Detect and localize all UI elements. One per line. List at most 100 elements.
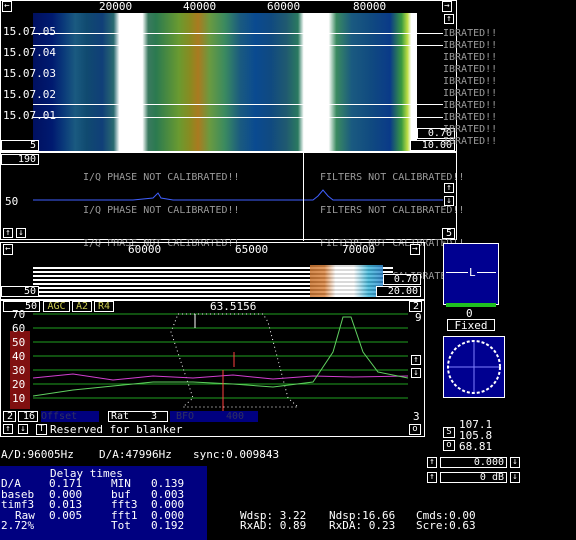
y-tick-30: 30: [12, 364, 26, 377]
top-left-num-box[interactable]: 5: [1, 140, 39, 151]
bfo-label: BFO: [176, 411, 195, 422]
baseband-o-button[interactable]: o: [409, 424, 421, 435]
top-freq-tick-1: 20000: [99, 0, 133, 13]
mid-freq-tick-1: 60000: [128, 243, 162, 256]
baseband-right-bottom-num: 3: [413, 410, 420, 423]
time-label-4: 15.07.02: [3, 88, 56, 101]
delay-cell: Tot: [111, 519, 131, 532]
time-line-4: [33, 117, 443, 118]
baseband-bottom-num-1[interactable]: 2: [3, 411, 16, 422]
top-freq-tick-2: 40000: [183, 0, 217, 13]
mid-freq-tick-2: 65000: [235, 243, 269, 256]
top-freq-tick-3: 60000: [267, 0, 301, 13]
top-scroll-left-button[interactable]: ←: [2, 1, 12, 12]
baseband-right-down-button[interactable]: ↓: [411, 368, 421, 378]
o-level-button[interactable]: o: [443, 440, 455, 451]
y-tick-10: 10: [12, 392, 26, 405]
mid-waterfall-signal: [310, 265, 383, 297]
top-right-up-button[interactable]: ↑: [444, 14, 454, 24]
wide-right-num-box[interactable]: 5: [442, 228, 455, 239]
agc-button[interactable]: AGC: [43, 301, 70, 312]
time-line-3: [33, 104, 443, 105]
offset-button[interactable]: Offset: [41, 411, 99, 422]
gain1-up-button[interactable]: ↑: [427, 457, 437, 468]
s-level-button[interactable]: S: [443, 427, 455, 438]
rat-label: Rat: [111, 411, 130, 422]
gain-value-2[interactable]: 0 dB: [440, 472, 507, 483]
delay-cell: 0.192: [151, 519, 185, 532]
gain2-up-button[interactable]: ↑: [427, 472, 437, 483]
time-label-2: 15.07.04: [3, 46, 56, 59]
signal-level-values: 107.1 105.8 68.81: [459, 419, 492, 452]
stat-rxad: RxAD: 0.89: [240, 519, 307, 532]
y-tick-50: 50: [12, 336, 26, 349]
s-meter-mode-button[interactable]: Fixed: [447, 319, 495, 331]
wide-bottom-up-button[interactable]: ↑: [3, 228, 13, 238]
stat-scre: Scre:0.63: [416, 519, 476, 532]
baseband-right-up-button[interactable]: ↑: [411, 355, 421, 365]
mid-scroll-right-button[interactable]: →: [410, 244, 420, 255]
blanker-text: Reserved for blanker: [50, 423, 183, 436]
time-label-1: 15.07.05: [3, 25, 56, 38]
bfo-value: 400: [226, 411, 245, 422]
time-line-1: [33, 33, 443, 34]
delay-cell: 2.72%: [1, 519, 35, 532]
baseband-graph: [33, 313, 408, 412]
delay-table: D/A 0.171 MIN 0.139 baseb 0.000 buf 0.00…: [1, 478, 201, 532]
mid-value-box-2[interactable]: 20.00: [376, 286, 421, 297]
baseband-level-ticks: 70 60 50 40 30 20 10: [12, 308, 25, 406]
mid-left-num-box[interactable]: 50: [1, 286, 39, 297]
r4-button[interactable]: R4: [94, 301, 114, 312]
y-tick-40: 40: [12, 350, 26, 363]
time-line-2: [33, 45, 443, 46]
baseband-right-scale: 9: [415, 311, 422, 324]
y-tick-20: 20: [12, 378, 26, 391]
wide-right-down-button[interactable]: ↓: [444, 196, 454, 206]
calib-msg-4: IBRATED!!: [443, 64, 498, 75]
baseband-freq-readout: 63.5156: [210, 300, 257, 313]
calib-msg-3: IBRATED!!: [443, 52, 498, 63]
a2-button[interactable]: A2: [72, 301, 92, 312]
baseband-bottom-num-2[interactable]: 16: [18, 411, 38, 422]
status-ad-rate: A/D:96005Hz: [1, 448, 74, 461]
gain-value-1[interactable]: 0.000: [440, 457, 507, 468]
bfo-control[interactable]: BFO 400: [170, 411, 258, 422]
gain2-down-button[interactable]: ↓: [510, 472, 520, 483]
s-meter-marker: L: [468, 266, 477, 279]
wide-center-marker: [303, 153, 304, 241]
calib-msg-2: IBRATED!!: [443, 40, 498, 51]
status-sync: sync:0.009843: [193, 448, 280, 461]
delay-cell: 0.005: [49, 508, 83, 522]
calib-msg-6: IBRATED!!: [443, 88, 498, 99]
wide-level-label: 50: [5, 195, 19, 208]
blanker-t-button[interactable]: T: [36, 424, 47, 435]
mid-freq-tick-3: 70000: [342, 243, 376, 256]
top-freq-tick-4: 80000: [353, 0, 387, 13]
rat-control[interactable]: Rat 3: [108, 411, 168, 422]
y-tick-70: 70: [12, 308, 26, 321]
time-label-5: 15.07.01: [3, 109, 56, 122]
calib-msg-7: IBRATED!!: [443, 100, 498, 111]
wide-right-up-button[interactable]: ↑: [444, 183, 454, 193]
delay-row: 2.72% Tot 0.192: [1, 519, 201, 532]
calib-msg-8: IBRATED!!: [443, 112, 498, 123]
calib-msg-1: IBRATED!!: [443, 28, 498, 39]
gain1-down-button[interactable]: ↓: [510, 457, 520, 468]
time-label-3: 15.07.03: [3, 67, 56, 80]
calib-msg-5: IBRATED!!: [443, 76, 498, 87]
calib-messages-right: IBRATED!! IBRATED!! IBRATED!! IBRATED!! …: [443, 28, 576, 148]
constellation-plot: [447, 340, 501, 394]
s-meter-value: 0: [466, 307, 473, 320]
signal-level-3: 68.81: [459, 440, 493, 453]
mid-value-box-1[interactable]: 0.70: [383, 274, 421, 285]
status-da-rate: D/A:47996Hz: [99, 448, 172, 461]
top-scroll-right-button[interactable]: →: [442, 1, 452, 12]
blanker-up-button[interactable]: ↑: [3, 424, 13, 434]
wide-spectrum-trace: [33, 189, 443, 201]
wide-bottom-down-button[interactable]: ↓: [16, 228, 26, 238]
blanker-down-button[interactable]: ↓: [18, 424, 28, 434]
rat-value: 3: [151, 411, 158, 422]
mid-scroll-left-button[interactable]: ←: [3, 244, 13, 255]
calib-msg-9: IBRATED!!: [443, 124, 498, 135]
y-tick-60: 60: [12, 322, 26, 335]
